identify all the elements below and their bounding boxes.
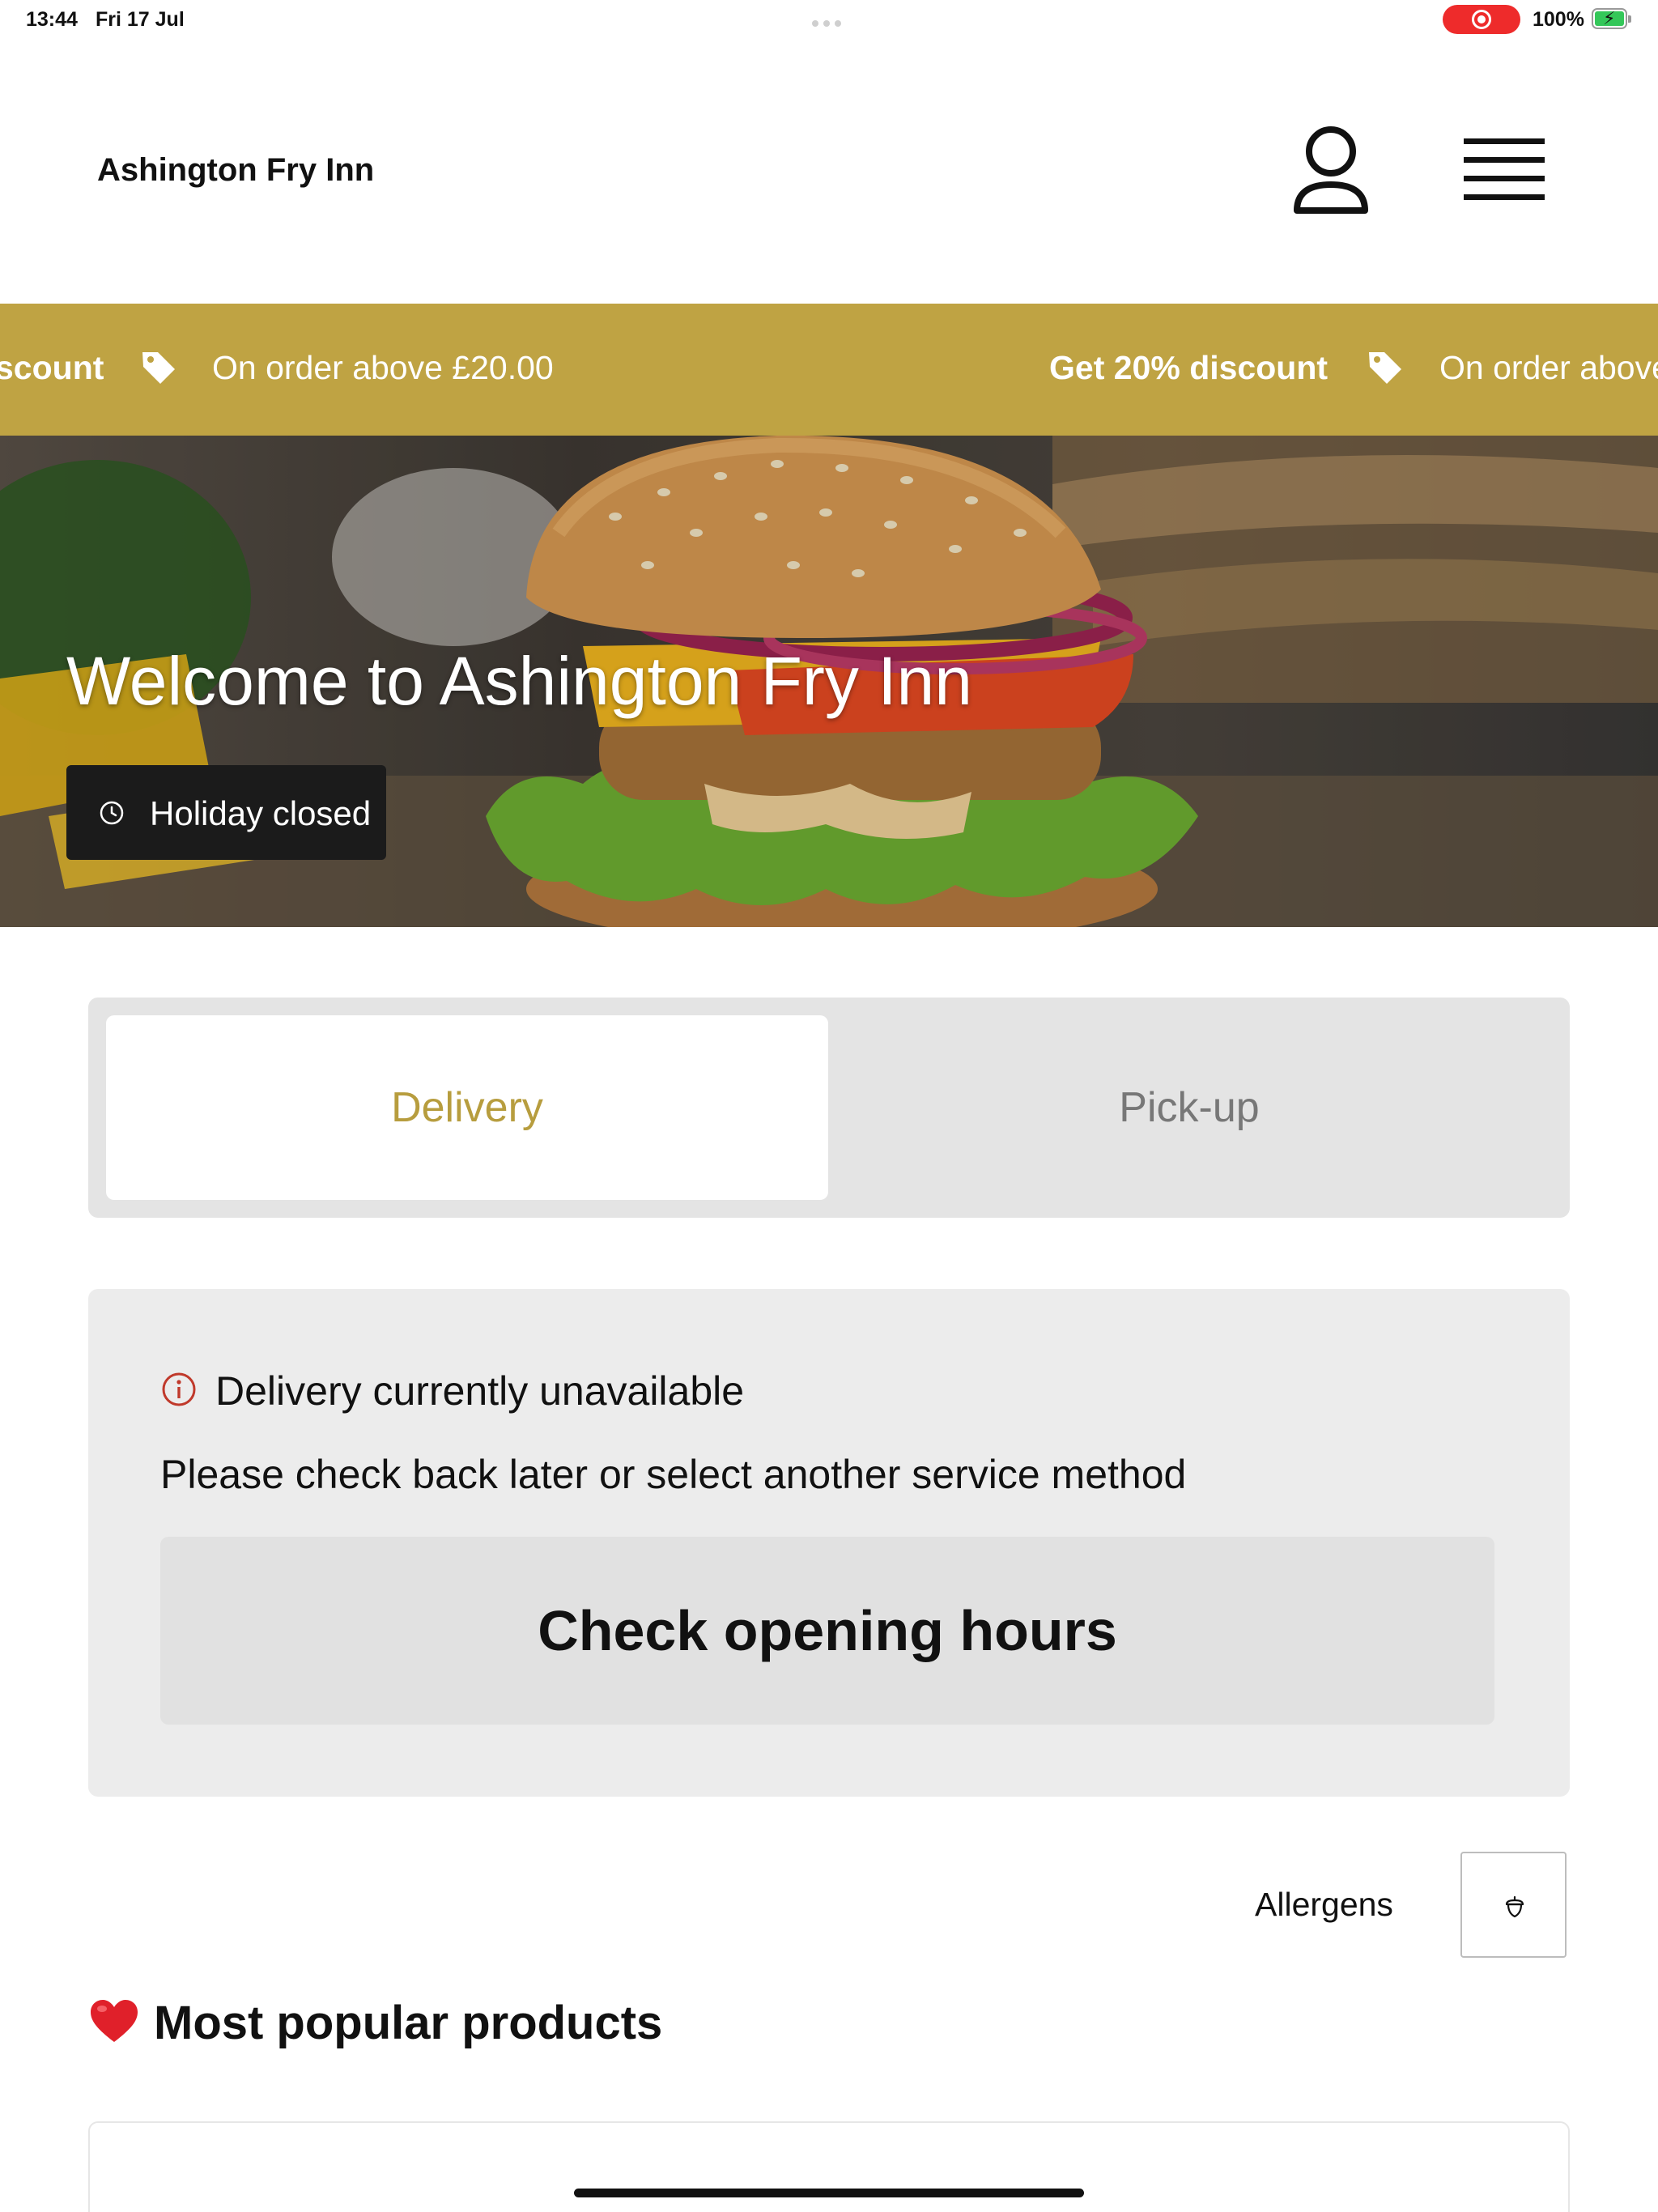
battery-percentage: 100% xyxy=(1533,8,1584,31)
promo-title: Get 20% discount xyxy=(1049,349,1329,386)
tab-delivery[interactable]: Delivery xyxy=(106,1015,828,1200)
hamburger-menu-icon xyxy=(1464,138,1545,144)
tab-pickup[interactable]: Pick-up xyxy=(828,1015,1550,1200)
popular-products-title: Most popular products xyxy=(154,1997,663,2049)
promo-text: On order above £20.00 xyxy=(212,349,554,386)
menu-button[interactable] xyxy=(1464,134,1548,206)
tag-icon xyxy=(1369,352,1401,384)
home-indicator[interactable] xyxy=(574,2189,1084,2197)
site-title[interactable]: Ashington Fry Inn xyxy=(97,152,374,189)
hero-title: Welcome to Ashington Fry Inn xyxy=(66,643,972,719)
promo-banner: scount On order above £20.00 Get 20% dis… xyxy=(0,304,1658,436)
page: 13:44 Fri 17 Jul 100% ⚡ Ashington Fry In… xyxy=(0,0,1658,2212)
tag-icon xyxy=(142,352,175,384)
multitasking-dots-icon[interactable] xyxy=(812,16,846,27)
status-time: 13:44 xyxy=(26,8,78,31)
clock-icon xyxy=(100,801,124,825)
status-bar: 13:44 Fri 17 Jul 100% ⚡ xyxy=(0,0,1658,39)
battery-icon: ⚡ xyxy=(1592,8,1631,29)
account-button[interactable] xyxy=(1290,123,1371,220)
screen-recording-icon[interactable] xyxy=(1443,5,1520,34)
product-card[interactable] xyxy=(88,2121,1570,2212)
popular-products-heading: Most popular products xyxy=(89,1996,662,2050)
check-opening-hours-button[interactable]: Check opening hours xyxy=(160,1537,1494,1725)
acorn-icon xyxy=(1505,1895,1524,1918)
store-status-label: Holiday closed xyxy=(150,794,372,832)
promo-fragment: On order above xyxy=(1439,349,1658,386)
allergens-label: Allergens xyxy=(1255,1886,1393,1923)
service-method-tabs: Delivery Pick-up xyxy=(88,998,1570,1218)
delivery-unavailable-notice: Delivery currently unavailable Please ch… xyxy=(88,1289,1570,1797)
status-date: Fri 17 Jul xyxy=(96,8,185,31)
notice-title: Delivery currently unavailable xyxy=(215,1368,745,1414)
heart-icon xyxy=(91,2000,138,2042)
user-icon xyxy=(1294,126,1368,214)
info-icon xyxy=(162,1372,196,1406)
allergens-button[interactable] xyxy=(1460,1852,1567,1958)
notice-text: Please check back later or select anothe… xyxy=(160,1452,1187,1497)
promo-fragment: scount xyxy=(0,349,104,386)
hero-banner: Welcome to Ashington Fry Inn Holiday clo… xyxy=(0,436,1658,927)
store-status-chip: Holiday closed xyxy=(66,765,386,860)
